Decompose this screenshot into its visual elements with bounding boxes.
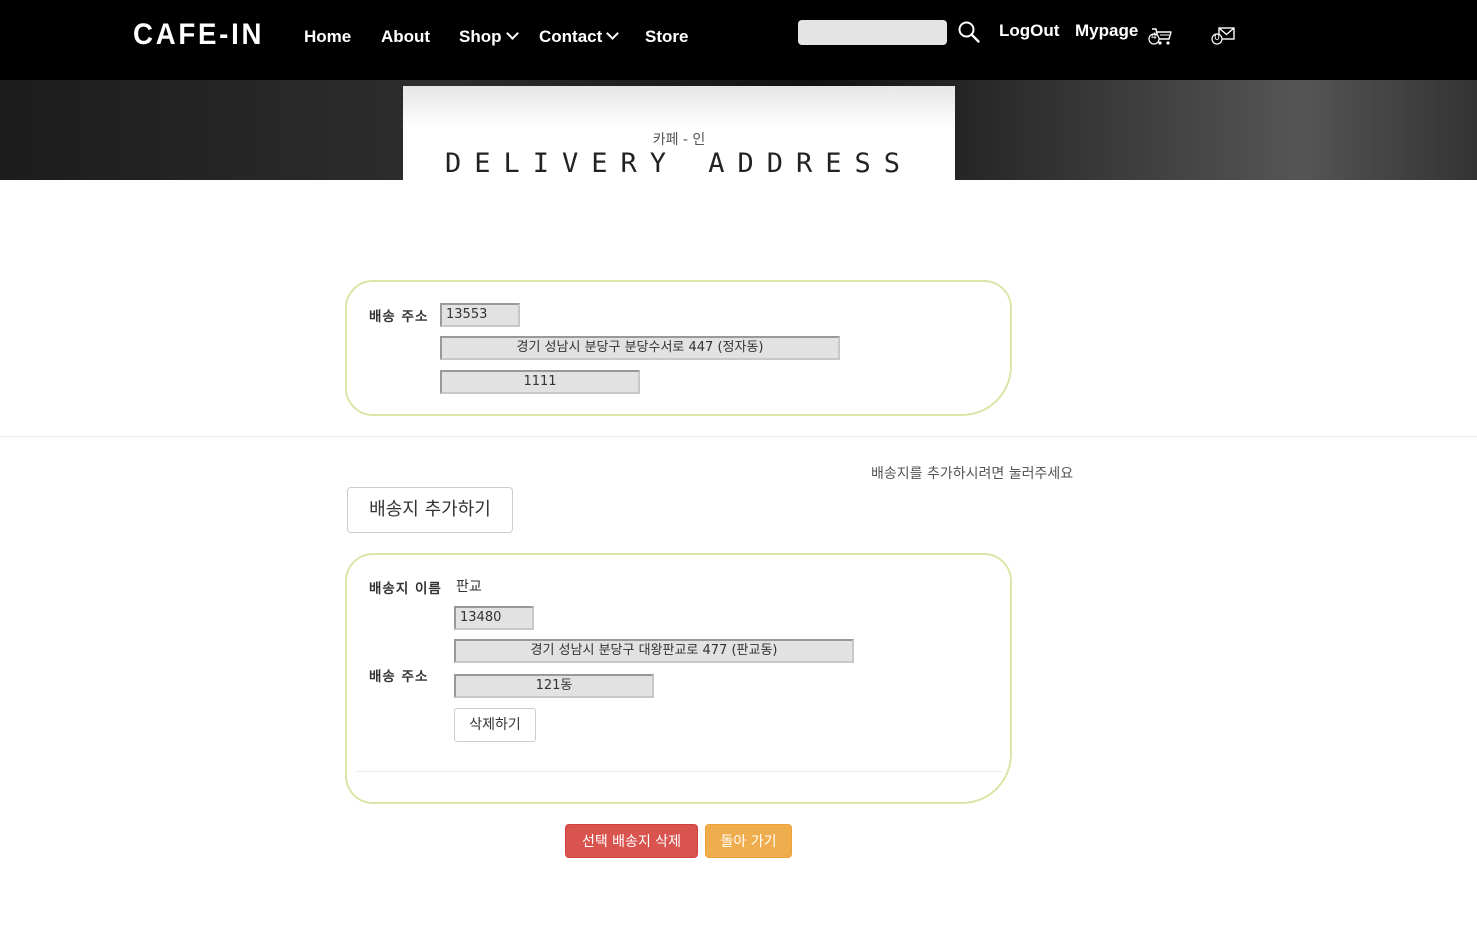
hero-subtitle: 카페 - 인 xyxy=(652,132,706,148)
address-label: 배송 주소 xyxy=(369,669,429,685)
chevron-down-icon xyxy=(606,27,620,40)
cart-link[interactable]: 4 xyxy=(1146,24,1174,48)
saved-address-panel: 배송지 이름 판교 배송 주소 13480 경기 성남시 분당구 대왕판교로 4… xyxy=(345,553,1012,804)
mail-count-badge: 0 xyxy=(1214,33,1220,43)
section-divider xyxy=(0,436,1477,437)
nav-contact[interactable]: Contact xyxy=(539,27,620,47)
nav-about[interactable]: About xyxy=(381,27,430,47)
address-name-value: 판교 xyxy=(456,579,482,595)
delete-address-button[interactable]: 삭제하기 xyxy=(454,708,536,742)
nav-store[interactable]: Store xyxy=(645,27,688,47)
add-address-hint: 배송지를 추가하시려면 눌러주세요 xyxy=(871,466,1074,482)
address-name-label: 배송지 이름 xyxy=(369,581,442,597)
search-icon[interactable] xyxy=(957,20,981,44)
address-detail-field[interactable]: 121동 xyxy=(454,674,654,698)
nav-shop[interactable]: Shop xyxy=(459,27,519,47)
nav-home[interactable]: Home xyxy=(304,27,351,47)
logout-link[interactable]: LogOut xyxy=(999,21,1059,41)
address-label: 배송 주소 xyxy=(369,309,429,325)
item-divider xyxy=(357,771,1002,772)
search-input[interactable] xyxy=(798,20,947,45)
go-back-button[interactable]: 돌아 가기 xyxy=(705,824,792,858)
nav-shop-label: Shop xyxy=(459,27,502,46)
top-navbar: CAFE-IN Home About Shop Contact Store Lo… xyxy=(0,0,1477,80)
site-logo[interactable]: CAFE-IN xyxy=(133,18,264,52)
delete-selected-button[interactable]: 선택 배송지 삭제 xyxy=(565,824,698,858)
chevron-down-icon xyxy=(505,27,519,40)
mypage-link[interactable]: Mypage xyxy=(1075,21,1138,41)
zipcode-field[interactable]: 13553 xyxy=(440,303,520,327)
nav-contact-label: Contact xyxy=(539,27,603,46)
mail-link[interactable]: 0 xyxy=(1208,24,1238,48)
add-address-button[interactable]: 배송지 추가하기 xyxy=(347,487,513,533)
default-address-panel: 배송 주소 13553 경기 성남시 분당구 분당수서로 447 (정자동) 1… xyxy=(345,280,1012,416)
page-title: DELIVERY ADDRESS xyxy=(444,148,914,179)
address-detail-field[interactable]: 1111 xyxy=(440,370,640,394)
address-field[interactable]: 경기 성남시 분당구 대왕판교로 477 (판교동) xyxy=(454,639,854,663)
address-field[interactable]: 경기 성남시 분당구 분당수서로 447 (정자동) xyxy=(440,336,840,360)
zipcode-field[interactable]: 13480 xyxy=(454,606,534,630)
cart-count-badge: 4 xyxy=(1151,32,1157,42)
hero-title-box: 카페 - 인 DELIVERY ADDRESS xyxy=(403,86,955,180)
